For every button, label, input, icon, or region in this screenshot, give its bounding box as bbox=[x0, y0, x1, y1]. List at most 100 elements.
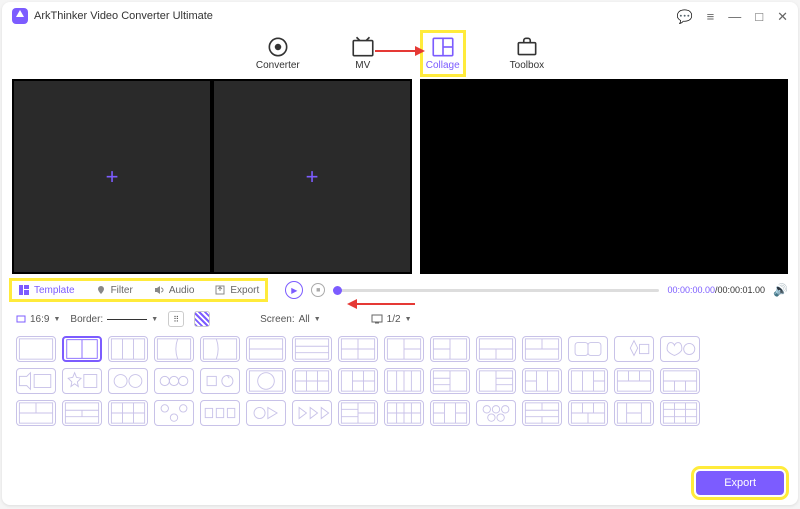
template-item[interactable] bbox=[16, 400, 56, 426]
template-item[interactable] bbox=[108, 368, 148, 394]
template-item[interactable] bbox=[430, 336, 470, 362]
nav-toolbox[interactable]: Toolbox bbox=[510, 36, 544, 71]
template-item[interactable] bbox=[522, 336, 562, 362]
template-item[interactable] bbox=[430, 368, 470, 394]
nav-toolbox-label: Toolbox bbox=[510, 60, 544, 71]
nav-collage[interactable]: Collage bbox=[426, 36, 460, 71]
template-item[interactable] bbox=[476, 336, 516, 362]
tool-tabs: Template Filter Audio Export bbox=[12, 281, 265, 299]
playback-time: 00:00:00.00/00:00:01.00 bbox=[667, 285, 765, 295]
playback-controls: ▶ ■ 00:00:00.00/00:00:01.00 🔊 bbox=[265, 281, 788, 299]
collage-edit-area: + + bbox=[12, 79, 412, 274]
maximize-button[interactable]: □ bbox=[755, 10, 763, 23]
pattern-button[interactable] bbox=[194, 311, 210, 327]
title-bar: ArkThinker Video Converter Ultimate 💬 ≡ … bbox=[2, 2, 798, 30]
color-picker-button[interactable]: ⠿ bbox=[168, 311, 184, 327]
collage-slot-1[interactable]: + bbox=[14, 81, 210, 272]
template-item[interactable] bbox=[338, 368, 378, 394]
template-item[interactable] bbox=[292, 368, 332, 394]
nav-mv[interactable]: MV bbox=[350, 36, 376, 71]
template-item[interactable] bbox=[660, 336, 700, 362]
screen-icon bbox=[371, 314, 383, 324]
border-label: Border: bbox=[70, 314, 103, 325]
tab-template[interactable]: Template bbox=[18, 284, 75, 296]
collage-slot-2[interactable]: + bbox=[214, 81, 410, 272]
template-item[interactable] bbox=[614, 368, 654, 394]
template-item[interactable] bbox=[384, 336, 424, 362]
screen-dropdown[interactable]: Screen: All ▼ bbox=[260, 314, 321, 325]
aspect-value: 16:9 bbox=[30, 314, 49, 325]
template-item[interactable] bbox=[568, 336, 608, 362]
mv-icon bbox=[350, 36, 376, 58]
template-item[interactable] bbox=[568, 368, 608, 394]
template-row bbox=[16, 400, 784, 426]
aspect-icon bbox=[16, 314, 26, 324]
template-item[interactable] bbox=[660, 368, 700, 394]
toolbox-icon bbox=[514, 36, 540, 58]
template-item[interactable] bbox=[338, 400, 378, 426]
template-item[interactable] bbox=[108, 400, 148, 426]
tab-export[interactable]: Export bbox=[214, 284, 259, 296]
add-icon: + bbox=[306, 164, 319, 190]
template-item[interactable] bbox=[62, 368, 102, 394]
page-dropdown[interactable]: 1/2 ▼ bbox=[371, 314, 412, 325]
screen-label: Screen: bbox=[260, 314, 294, 325]
feedback-icon[interactable]: 💬 bbox=[676, 10, 692, 23]
toolbar-row: Template Filter Audio Export ▶ ■ 00:00:0… bbox=[2, 274, 798, 306]
template-item[interactable] bbox=[246, 336, 286, 362]
seek-slider[interactable] bbox=[333, 289, 659, 292]
add-icon: + bbox=[106, 164, 119, 190]
template-item[interactable] bbox=[200, 368, 240, 394]
template-item[interactable] bbox=[476, 368, 516, 394]
template-item[interactable] bbox=[614, 336, 654, 362]
template-row bbox=[16, 368, 784, 394]
border-dropdown[interactable]: Border: ▼ bbox=[70, 314, 158, 325]
template-item[interactable] bbox=[200, 336, 240, 362]
collage-icon bbox=[430, 36, 456, 58]
template-item[interactable] bbox=[154, 336, 194, 362]
template-item[interactable] bbox=[660, 400, 700, 426]
template-item[interactable] bbox=[108, 336, 148, 362]
minimize-button[interactable]: — bbox=[728, 10, 741, 23]
options-row: 16:9 ▼ Border: ▼ ⠿ Screen: All ▼ 1/2 ▼ bbox=[2, 306, 798, 332]
template-item[interactable] bbox=[384, 400, 424, 426]
template-item[interactable] bbox=[16, 368, 56, 394]
seek-thumb[interactable] bbox=[333, 286, 342, 295]
template-item[interactable] bbox=[338, 336, 378, 362]
top-nav: Converter MV Collage Toolbox bbox=[2, 30, 798, 79]
template-item[interactable] bbox=[62, 336, 102, 362]
converter-icon bbox=[265, 36, 291, 58]
template-grid bbox=[2, 332, 798, 430]
nav-converter-label: Converter bbox=[256, 60, 300, 71]
template-item[interactable] bbox=[62, 400, 102, 426]
template-item[interactable] bbox=[292, 400, 332, 426]
template-item[interactable] bbox=[154, 400, 194, 426]
template-item[interactable] bbox=[476, 400, 516, 426]
nav-converter[interactable]: Converter bbox=[256, 36, 300, 71]
menu-icon[interactable]: ≡ bbox=[707, 10, 715, 23]
close-button[interactable]: ✕ bbox=[777, 10, 788, 23]
nav-mv-label: MV bbox=[355, 60, 370, 71]
export-icon bbox=[214, 284, 226, 296]
template-item[interactable] bbox=[614, 400, 654, 426]
tab-filter[interactable]: Filter bbox=[95, 284, 133, 296]
template-item[interactable] bbox=[246, 400, 286, 426]
template-item[interactable] bbox=[430, 400, 470, 426]
template-item[interactable] bbox=[16, 336, 56, 362]
template-item[interactable] bbox=[154, 368, 194, 394]
volume-icon[interactable]: 🔊 bbox=[773, 283, 788, 297]
aspect-ratio-dropdown[interactable]: 16:9 ▼ bbox=[16, 314, 60, 325]
app-window: ArkThinker Video Converter Ultimate 💬 ≡ … bbox=[2, 2, 798, 505]
template-item[interactable] bbox=[522, 368, 562, 394]
tab-audio[interactable]: Audio bbox=[153, 284, 195, 296]
template-item[interactable] bbox=[292, 336, 332, 362]
template-item[interactable] bbox=[246, 368, 286, 394]
template-item[interactable] bbox=[568, 400, 608, 426]
template-item[interactable] bbox=[384, 368, 424, 394]
play-button[interactable]: ▶ bbox=[285, 281, 303, 299]
template-item[interactable] bbox=[522, 400, 562, 426]
export-button[interactable]: Export bbox=[696, 471, 784, 495]
chevron-down-icon: ▼ bbox=[151, 316, 158, 323]
stop-button[interactable]: ■ bbox=[311, 283, 325, 297]
template-item[interactable] bbox=[200, 400, 240, 426]
